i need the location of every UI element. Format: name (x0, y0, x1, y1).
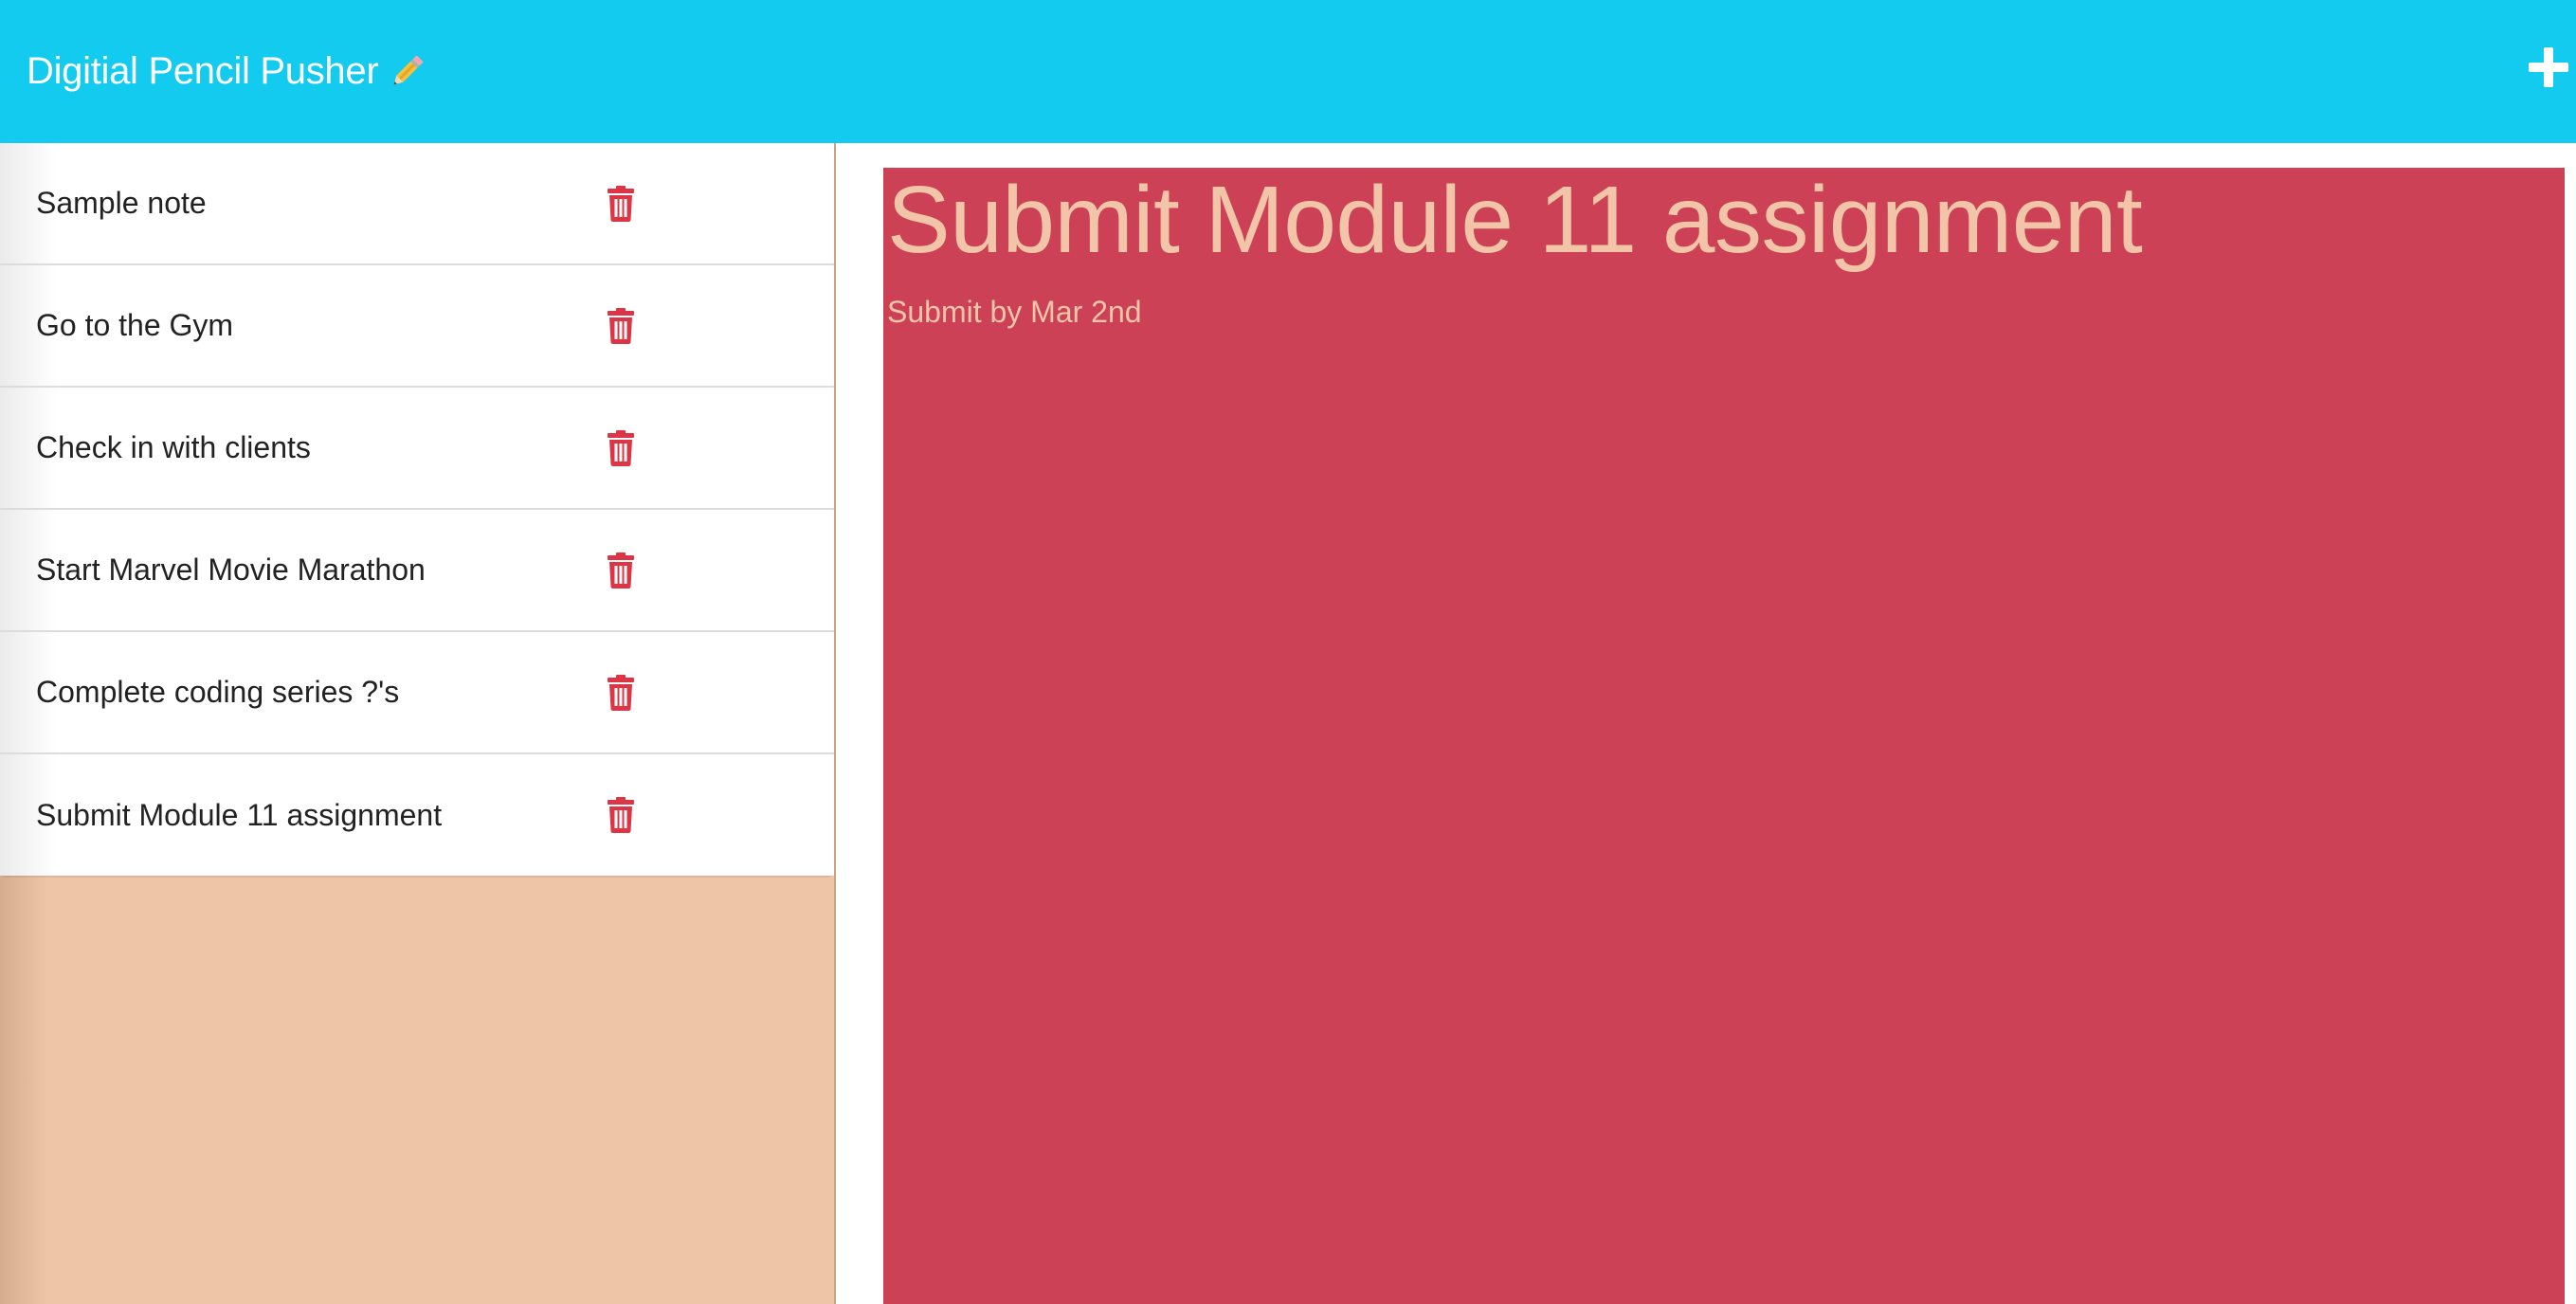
sidebar: Sample note Go to the Gym Check in with … (0, 143, 836, 1304)
note-title[interactable]: Start Marvel Movie Marathon (36, 552, 426, 588)
list-item[interactable]: Start Marvel Movie Marathon (0, 510, 834, 632)
list-item[interactable]: Sample note (0, 143, 834, 265)
navbar: Digitial Pencil Pusher (0, 0, 2576, 143)
note-title-input[interactable]: Submit Module 11 assignment (887, 168, 2143, 272)
note-title[interactable]: Submit Module 11 assignment (36, 798, 442, 833)
list-item[interactable]: Check in with clients (0, 388, 834, 510)
note-editor: Submit Module 11 assignment Submit by Ma… (883, 168, 2565, 1304)
note-title[interactable]: Sample note (36, 186, 207, 221)
note-title[interactable]: Go to the Gym (36, 308, 233, 343)
trash-icon[interactable] (607, 552, 635, 589)
trash-icon[interactable] (607, 429, 635, 466)
list-item[interactable]: Complete coding series ?'s (0, 632, 834, 754)
brand[interactable]: Digitial Pencil Pusher (27, 50, 427, 93)
trash-icon[interactable] (607, 307, 635, 344)
trash-icon[interactable] (607, 797, 635, 833)
brand-title: Digitial Pencil Pusher (27, 50, 379, 92)
trash-icon[interactable] (607, 674, 635, 711)
list-item[interactable]: Go to the Gym (0, 265, 834, 388)
trash-icon[interactable] (607, 185, 635, 222)
note-list: Sample note Go to the Gym Check in with … (0, 143, 834, 876)
note-title[interactable]: Check in with clients (36, 430, 311, 465)
note-text-area[interactable]: Submit by Mar 2nd (887, 295, 1142, 330)
note-title[interactable]: Complete coding series ?'s (36, 675, 399, 710)
pencil-icon (386, 51, 427, 93)
add-note-button[interactable] (2527, 45, 2570, 89)
list-item[interactable]: Submit Module 11 assignment (0, 754, 834, 876)
plus-icon (2529, 47, 2568, 87)
